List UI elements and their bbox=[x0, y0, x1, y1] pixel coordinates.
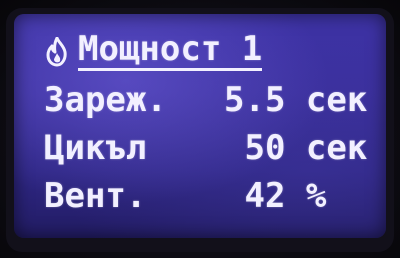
param-row-fan: Вент. 42 % bbox=[44, 176, 370, 218]
param-label: Вент. bbox=[44, 176, 147, 216]
param-label: Зареж. bbox=[44, 80, 167, 120]
param-row-charge: Зареж. 5.5 сек bbox=[44, 80, 370, 122]
flame-icon bbox=[44, 36, 70, 67]
param-row-cycle: Цикъл 50 сек bbox=[44, 128, 370, 170]
param-label: Цикъл bbox=[44, 128, 147, 168]
param-value: 5.5 сек bbox=[224, 80, 368, 120]
page-title: Мощност 1 bbox=[78, 29, 263, 71]
param-value: 50 сек bbox=[224, 128, 368, 168]
param-value: 42 % bbox=[224, 176, 327, 216]
title-row: Мощност 1 bbox=[44, 30, 370, 72]
device-housing: Мощност 1 Зареж. 5.5 сек Цикъл 50 сек Ве… bbox=[0, 0, 400, 258]
